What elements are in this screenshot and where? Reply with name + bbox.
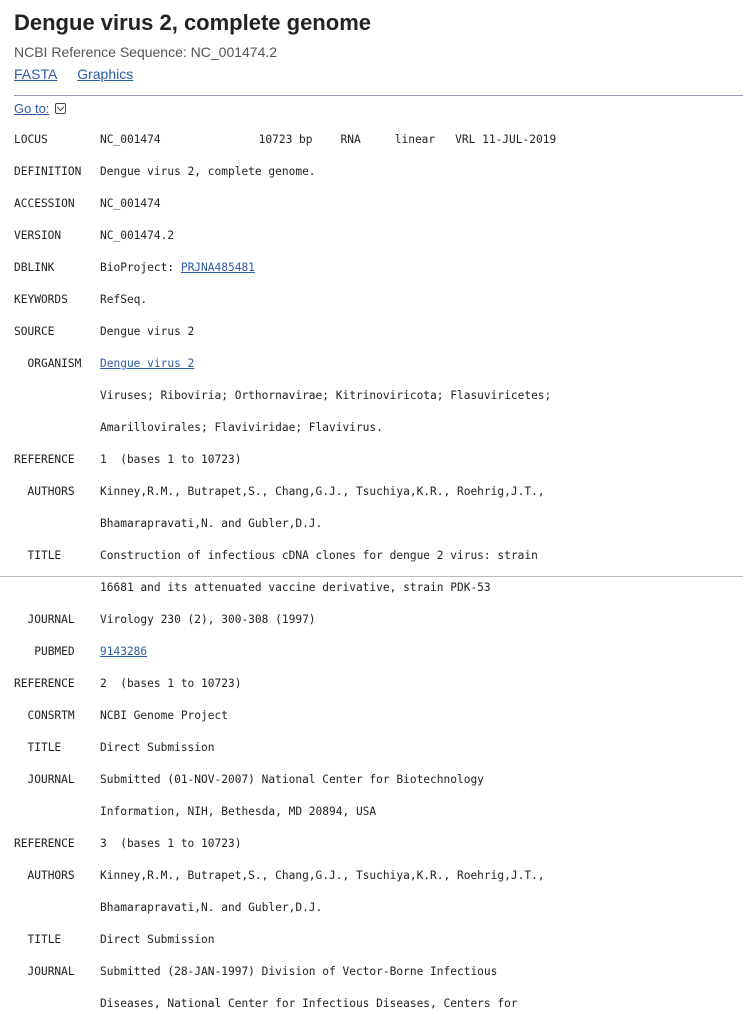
ref3-title-line: TITLE Direct Submission — [27, 933, 215, 946]
dblink-line: DBLINK BioProject: PRJNA485481 — [14, 261, 255, 274]
reference-1-line: REFERENCE 1 (bases 1 to 10723) — [14, 453, 242, 466]
locus-length: 10723 bp — [258, 133, 313, 146]
locus-line: LOCUS NC_001474 10723 bp RNA linear VRL 11-JU… — [14, 133, 557, 146]
locus-division-date: VRL 11-JUL-2019 — [455, 133, 557, 146]
page-title: Dengue virus 2, complete genome — [14, 10, 371, 35]
ref1-title-line: 16681 and its attenuated vaccine derivat… — [100, 581, 491, 594]
reference-3-line: REFERENCE 3 (bases 1 to 10723) — [14, 837, 242, 850]
goto-menu[interactable]: Go to: — [14, 101, 67, 116]
ref3-authors-line: Bhamarapravati,N. and Gubler,D.J. — [100, 901, 323, 914]
header-divider — [14, 95, 743, 96]
chevron-down-icon[interactable] — [55, 103, 67, 114]
organism-link[interactable]: Dengue virus 2 — [100, 357, 194, 370]
organism-line: ORGANISM Dengue virus 2 — [27, 357, 195, 370]
ref1-title-line: TITLE Construction of infectious cDNA clo… — [27, 549, 538, 562]
ref2-journal-line: JOURNAL Submitted (01-NOV-2007) National … — [27, 773, 484, 786]
lineage-line: Viruses; Riboviria; Orthornavirae; Kitri… — [100, 389, 552, 402]
ref1-pubmed-line: PUBMED 9143286 — [34, 645, 148, 658]
ref3-journal-line: JOURNAL Submitted (28-JAN-1997) Division … — [27, 965, 498, 978]
source-line: SOURCE Dengue virus 2 — [14, 325, 195, 338]
ref2-title-line: TITLE Direct Submission — [27, 741, 215, 754]
ref2-journal-line: Information, NIH, Bethesda, MD 20894, US… — [100, 805, 377, 818]
goto-label[interactable]: Go to: — [14, 101, 49, 116]
lineage-line: Amarillovirales; Flaviviridae; Flaviviru… — [100, 421, 383, 434]
bottom-divider — [0, 576, 743, 577]
reference-2-line: REFERENCE 2 (bases 1 to 10723) — [14, 677, 242, 690]
keywords-line: KEYWORDS RefSeq. — [14, 293, 148, 306]
genbank-record: LOCUS NC_001474 10723 bp RNA linear VRL 11-JU… — [14, 132, 556, 1012]
graphics-link[interactable]: Graphics — [77, 66, 133, 82]
locus-name: NC_001474 — [100, 133, 161, 146]
ref1-journal-line: JOURNAL Virology 230 (2), 300-308 (1997) — [27, 613, 316, 626]
ref2-consrtm-line: CONSRTM NCBI Genome Project — [27, 709, 228, 722]
locus-topology: linear — [394, 133, 436, 146]
ref1-authors-line: AUTHORS Kinney,R.M., Butrapet,S., Chang,G… — [27, 485, 545, 498]
ref1-authors-line: Bhamarapravati,N. and Gubler,D.J. — [100, 517, 323, 530]
locus-moltype: RNA — [340, 133, 361, 146]
ref3-journal-line: Diseases, National Center for Infectious… — [100, 997, 518, 1010]
definition-line: DEFINITION Dengue virus 2, complete genom… — [14, 165, 316, 178]
reference-sequence-label: NCBI Reference Sequence: NC_001474.2 — [14, 44, 278, 60]
pubmed-link[interactable]: 9143286 — [100, 645, 147, 658]
ref3-authors-line: AUTHORS Kinney,R.M., Butrapet,S., Chang,G… — [27, 869, 545, 882]
version-line: VERSION NC_001474.2 — [14, 229, 175, 242]
format-links: FASTA Graphics — [14, 66, 149, 82]
fasta-link[interactable]: FASTA — [14, 66, 57, 82]
bioproject-link[interactable]: PRJNA485481 — [181, 261, 255, 274]
accession-line: ACCESSION NC_001474 — [14, 197, 161, 210]
